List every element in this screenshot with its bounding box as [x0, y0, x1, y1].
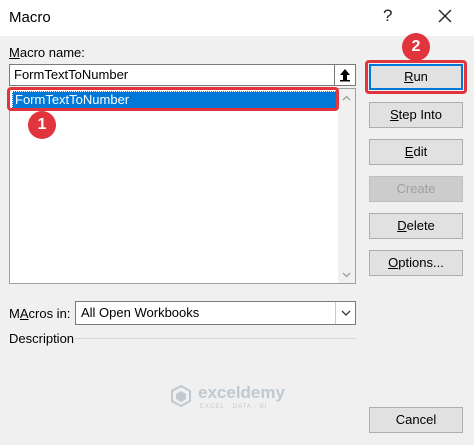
exceldemy-logo-icon [171, 385, 191, 407]
macro-name-input[interactable]: FormTextToNumber [9, 64, 335, 86]
options-button[interactable]: Options... [369, 250, 463, 276]
description-divider [75, 338, 356, 339]
window-title: Macro [9, 9, 51, 26]
step-badge-1: 1 [28, 111, 56, 139]
cancel-button[interactable]: Cancel [369, 407, 463, 433]
macro-name-up-button[interactable] [335, 64, 356, 86]
step-into-button[interactable]: Step Into [369, 102, 463, 128]
create-button: Create [369, 176, 463, 202]
step-badge-2: 2 [402, 33, 430, 61]
watermark: exceldemy EXCEL · DATA · BI [170, 383, 320, 415]
scroll-down-icon[interactable] [338, 266, 355, 283]
description-label: Description [9, 331, 75, 346]
close-icon[interactable] [437, 8, 453, 24]
up-arrow-icon [340, 69, 350, 82]
callout-box-1 [7, 87, 339, 111]
chevron-down-icon[interactable] [335, 302, 355, 324]
title-bar: Macro ? [0, 0, 474, 36]
scroll-up-icon[interactable] [338, 89, 355, 106]
macros-in-label: MAcros in: [9, 306, 71, 321]
macro-list[interactable]: FormTextToNumber [9, 88, 356, 284]
watermark-name: exceldemy [198, 383, 285, 402]
macros-in-select[interactable]: All Open Workbooks [75, 301, 356, 325]
list-scrollbar[interactable] [338, 89, 355, 283]
macro-name-label: Macro name: [9, 45, 85, 60]
edit-button[interactable]: Edit [369, 139, 463, 165]
help-icon[interactable]: ? [383, 6, 392, 26]
callout-box-2 [365, 60, 467, 94]
macros-in-value: All Open Workbooks [81, 305, 200, 320]
watermark-tagline: EXCEL · DATA · BI [200, 404, 268, 410]
delete-button[interactable]: Delete [369, 213, 463, 239]
